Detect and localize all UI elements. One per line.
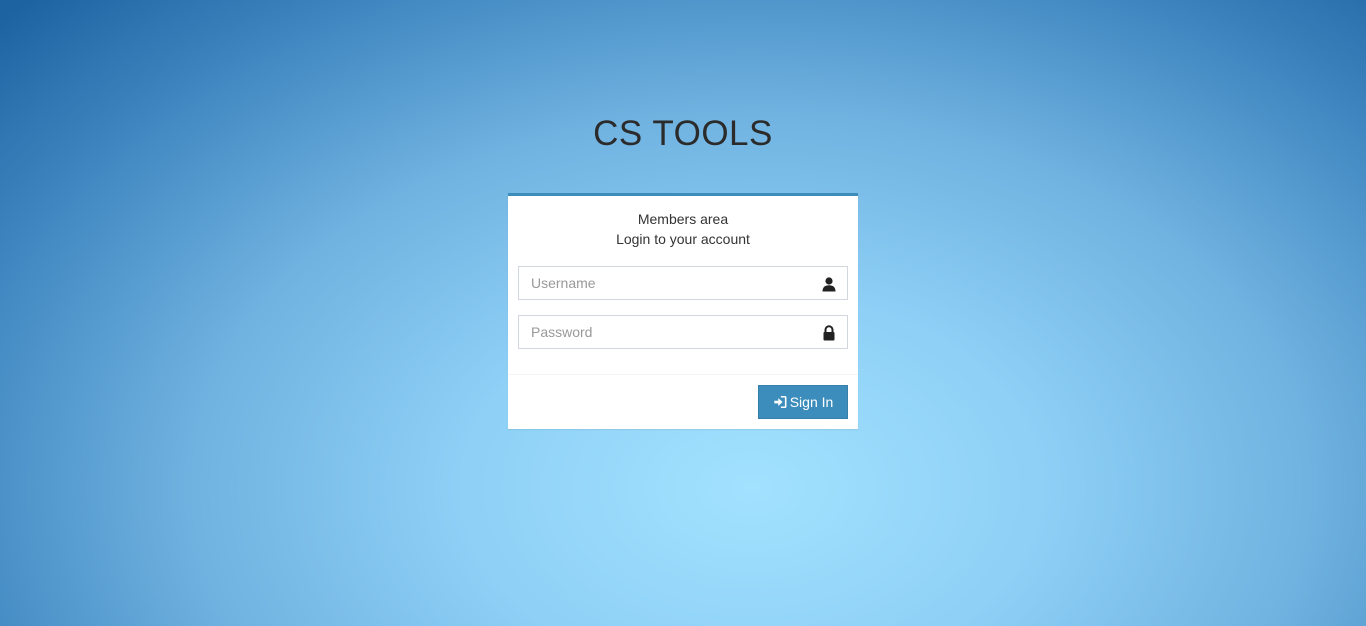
login-box: Members area Login to your account Usern…	[508, 193, 858, 429]
page-title: CS TOOLS	[593, 114, 773, 153]
username-field[interactable]	[518, 266, 848, 300]
user-icon	[821, 276, 837, 292]
password-input[interactable]	[519, 316, 833, 348]
username-input[interactable]	[519, 267, 833, 299]
sign-in-icon	[773, 395, 787, 409]
login-instruction-text: Login to your account	[616, 231, 750, 247]
login-box-footer: Sign In	[508, 374, 858, 419]
sign-in-label: Sign In	[789, 394, 834, 410]
lock-icon	[821, 325, 837, 341]
members-area-text: Members area	[637, 211, 729, 227]
sign-in-button[interactable]: Sign In	[758, 385, 848, 419]
password-field[interactable]	[518, 315, 848, 349]
login-box-header: Members area Login to your account	[508, 196, 858, 249]
